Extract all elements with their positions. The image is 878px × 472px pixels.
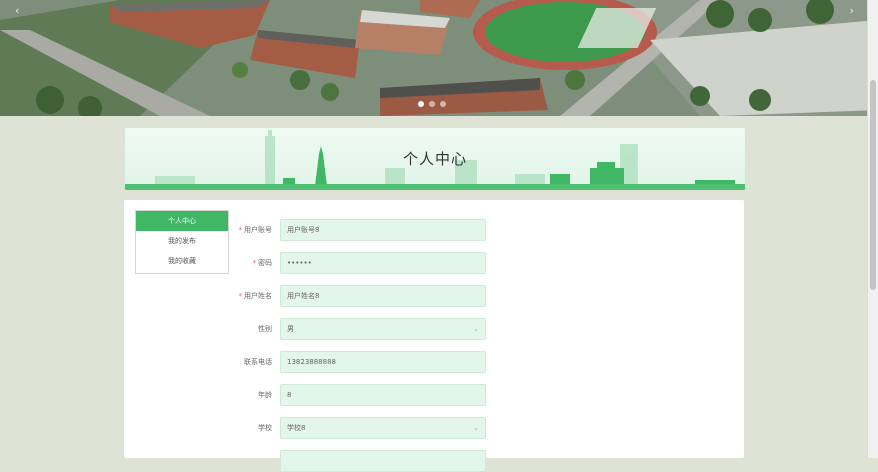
carousel-dot[interactable] xyxy=(440,101,446,107)
next-field[interactable] xyxy=(280,450,486,472)
phone-label: 联系电话 xyxy=(244,358,272,366)
form-row-next xyxy=(224,450,494,472)
page-title-banner: 个人中心 xyxy=(124,127,746,190)
page-title: 个人中心 xyxy=(402,150,467,168)
page-scrollbar[interactable] xyxy=(867,0,878,458)
form-row-gender: 性别 男 ⌄ xyxy=(224,318,494,340)
name-input[interactable] xyxy=(280,285,486,307)
menu-item-personal-center[interactable]: 个人中心 xyxy=(136,211,228,231)
carousel-prev-button[interactable]: ‹ xyxy=(15,4,19,17)
school-select[interactable]: 学校8 ⌄ xyxy=(280,417,486,439)
profile-card: 个人中心 我的发布 我的收藏 *用户账号 *密码 *用户姓名 性别 男 ⌄ 联系… xyxy=(124,200,744,472)
carousel-dot[interactable] xyxy=(418,101,424,107)
form-row-phone: 联系电话 xyxy=(224,351,494,373)
name-label-text: 用户姓名 xyxy=(244,292,272,300)
required-mark: * xyxy=(238,226,243,234)
password-label: * 密码 xyxy=(253,252,273,274)
gender-label: 性别 xyxy=(258,325,272,333)
account-input[interactable] xyxy=(280,219,486,241)
name-label: * 用户姓名 xyxy=(239,285,273,307)
age-input[interactable] xyxy=(280,384,486,406)
campus-aerial-image xyxy=(0,0,878,116)
chevron-down-icon: ⌄ xyxy=(473,424,479,432)
carousel-indicators xyxy=(418,101,446,107)
gender-selected-value: 男 xyxy=(287,325,294,333)
phone-input[interactable] xyxy=(280,351,486,373)
carousel-next-button[interactable]: › xyxy=(850,4,854,17)
form-row-password: * 密码 xyxy=(224,252,494,274)
password-input[interactable] xyxy=(280,252,486,274)
menu-item-my-posts[interactable]: 我的发布 xyxy=(136,231,228,251)
required-mark: * xyxy=(238,292,243,300)
menu-item-my-favorites[interactable]: 我的收藏 xyxy=(136,251,228,271)
form-row-age: 年龄 xyxy=(224,384,494,406)
account-label-text: 用户账号 xyxy=(244,226,272,234)
hero-carousel: ‹ › xyxy=(0,0,878,116)
form-row-school: 学校 学校8 ⌄ xyxy=(224,417,494,439)
account-label: * 用户账号 xyxy=(239,219,273,241)
school-selected-value: 学校8 xyxy=(287,424,306,432)
form-row-name: * 用户姓名 xyxy=(224,285,494,307)
required-mark: * xyxy=(252,259,257,267)
age-label: 年龄 xyxy=(258,391,272,399)
chevron-down-icon: ⌄ xyxy=(473,325,479,333)
scrollbar-thumb[interactable] xyxy=(870,80,876,290)
carousel-dot[interactable] xyxy=(429,101,435,107)
school-label: 学校 xyxy=(258,424,272,432)
password-label-text: 密码 xyxy=(258,259,272,267)
form-row-account: * 用户账号 xyxy=(224,219,494,241)
side-menu: 个人中心 我的发布 我的收藏 xyxy=(135,210,229,274)
gender-select[interactable]: 男 ⌄ xyxy=(280,318,486,340)
